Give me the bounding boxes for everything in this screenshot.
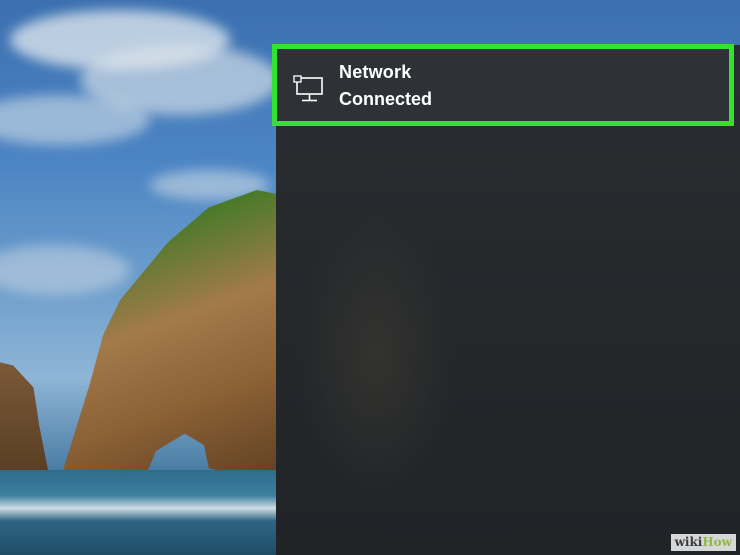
wikihow-watermark: wikiHow [670, 534, 736, 551]
wallpaper-cloud [0, 245, 130, 295]
network-title: Network [339, 62, 412, 82]
wallpaper-cloud [0, 95, 150, 145]
watermark-wiki: wiki [674, 535, 703, 549]
network-connection-tile[interactable]: Network Connected [272, 44, 734, 126]
network-monitor-icon [293, 75, 327, 105]
network-status: Connected [339, 89, 433, 109]
wallpaper-rock-arch [60, 190, 300, 480]
watermark-how: How [702, 535, 732, 549]
wallpaper-rock-left [0, 360, 48, 470]
